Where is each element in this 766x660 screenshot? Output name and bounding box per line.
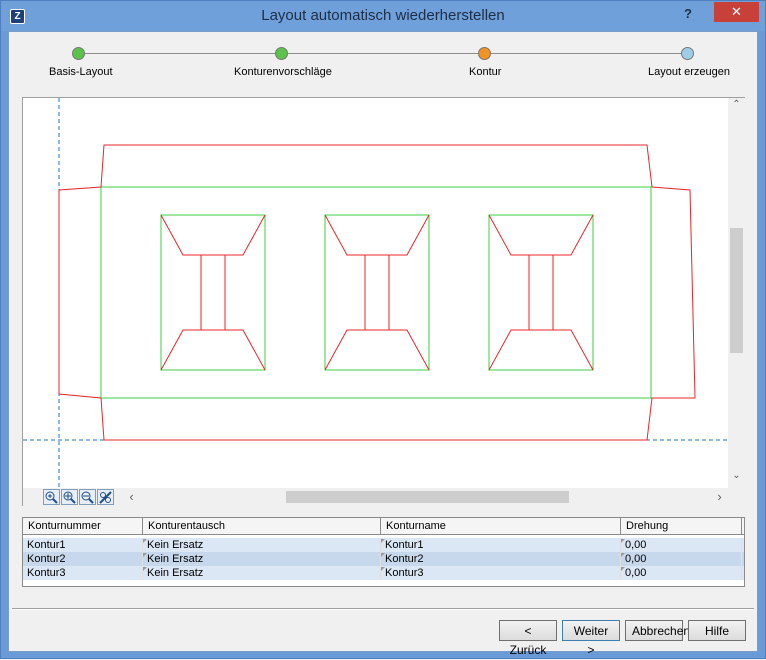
contour-drawing (23, 98, 728, 488)
table-row[interactable]: Kontur1 Kein Ersatz Kontur1 0,00 (23, 538, 744, 552)
scroll-left-icon[interactable]: ‹ (123, 490, 140, 504)
cell-drehung[interactable]: 0,00 (621, 552, 742, 566)
window-title: Layout automatisch wiederherstellen (261, 7, 505, 24)
table-row[interactable]: Kontur2 Kein Ersatz Kontur2 0,00 (23, 552, 744, 566)
step-connector (288, 53, 478, 54)
inset-contour-1 (160, 214, 266, 371)
vertical-scrollbar[interactable]: ⌃ ⌄ (728, 98, 745, 488)
dialog-window: Z Layout automatisch wiederherstellen ? … (0, 0, 766, 659)
step-label-konturenvorschlaege: Konturenvorschläge (234, 66, 332, 78)
column-header-drehung[interactable]: Drehung (621, 518, 742, 535)
back-button[interactable]: < Zurück (499, 620, 557, 657)
zoom-in-icon[interactable] (61, 489, 78, 505)
cell-drehung[interactable]: 0,00 (621, 566, 742, 580)
cell-konturname[interactable]: Kontur3 (381, 566, 621, 580)
cell-konturentausch[interactable]: Kein Ersatz (143, 566, 381, 580)
next-button[interactable]: Weiter > (562, 620, 620, 657)
cell-konturnummer: Kontur1 (23, 538, 143, 552)
step-dot-kontur (478, 47, 491, 60)
contour-table: Konturnummer Konturentausch Konturname D… (22, 517, 745, 587)
scroll-up-icon[interactable]: ⌃ (728, 99, 745, 110)
wizard-stepper: Basis-Layout Konturenvorschläge Kontur L… (9, 32, 759, 94)
cancel-button[interactable]: Abbrechen (625, 620, 690, 641)
step-dot-basis-layout (72, 47, 85, 60)
layout-canvas[interactable]: ⌃ ⌄ ‹ › (22, 97, 745, 506)
cell-konturname[interactable]: Kontur1 (381, 538, 621, 552)
step-label-basis-layout: Basis-Layout (49, 66, 113, 78)
cell-konturentausch[interactable]: Kein Ersatz (143, 538, 381, 552)
outer-contour (58, 144, 696, 441)
step-dot-konturenvorschlaege (275, 47, 288, 60)
step-dot-layout-erzeugen (681, 47, 694, 60)
zoom-toolbar (43, 489, 114, 505)
close-button[interactable]: ✕ (714, 2, 759, 22)
title-bar: Z Layout automatisch wiederherstellen ? … (1, 1, 765, 31)
scroll-right-icon[interactable]: › (711, 490, 728, 504)
column-header-konturname[interactable]: Konturname (381, 518, 621, 535)
step-connector (491, 53, 681, 54)
cell-konturnummer: Kontur2 (23, 552, 143, 566)
footer-separator (12, 608, 754, 610)
inset-contour-3 (488, 214, 594, 371)
vertical-scroll-thumb[interactable] (730, 228, 743, 353)
column-header-konturnummer[interactable]: Konturnummer (23, 518, 143, 535)
help-button[interactable]: Hilfe (688, 620, 746, 641)
table-header: Konturnummer Konturentausch Konturname D… (23, 518, 744, 535)
zoom-fit-icon[interactable] (43, 489, 60, 505)
step-connector (84, 53, 277, 54)
cell-drehung[interactable]: 0,00 (621, 538, 742, 552)
step-label-layout-erzeugen: Layout erzeugen (648, 66, 730, 78)
scroll-down-icon[interactable]: ⌄ (728, 470, 745, 481)
fold-rectangle (100, 186, 652, 399)
inset-contour-2 (324, 214, 430, 371)
zoom-out-icon[interactable] (79, 489, 96, 505)
help-icon[interactable]: ? (684, 6, 692, 21)
cell-konturentausch[interactable]: Kein Ersatz (143, 552, 381, 566)
cell-konturname[interactable]: Kontur2 (381, 552, 621, 566)
horizontal-scroll-thumb[interactable] (286, 491, 569, 503)
column-header-konturentausch[interactable]: Konturentausch (143, 518, 381, 535)
dialog-client-area: Basis-Layout Konturenvorschläge Kontur L… (8, 31, 759, 657)
cell-konturnummer: Kontur3 (23, 566, 143, 580)
step-label-kontur: Kontur (469, 66, 502, 78)
table-row[interactable]: Kontur3 Kein Ersatz Kontur3 0,00 (23, 566, 744, 580)
pan-icon[interactable] (97, 489, 114, 505)
canvas-bottom-bar: ‹ › (23, 488, 745, 506)
